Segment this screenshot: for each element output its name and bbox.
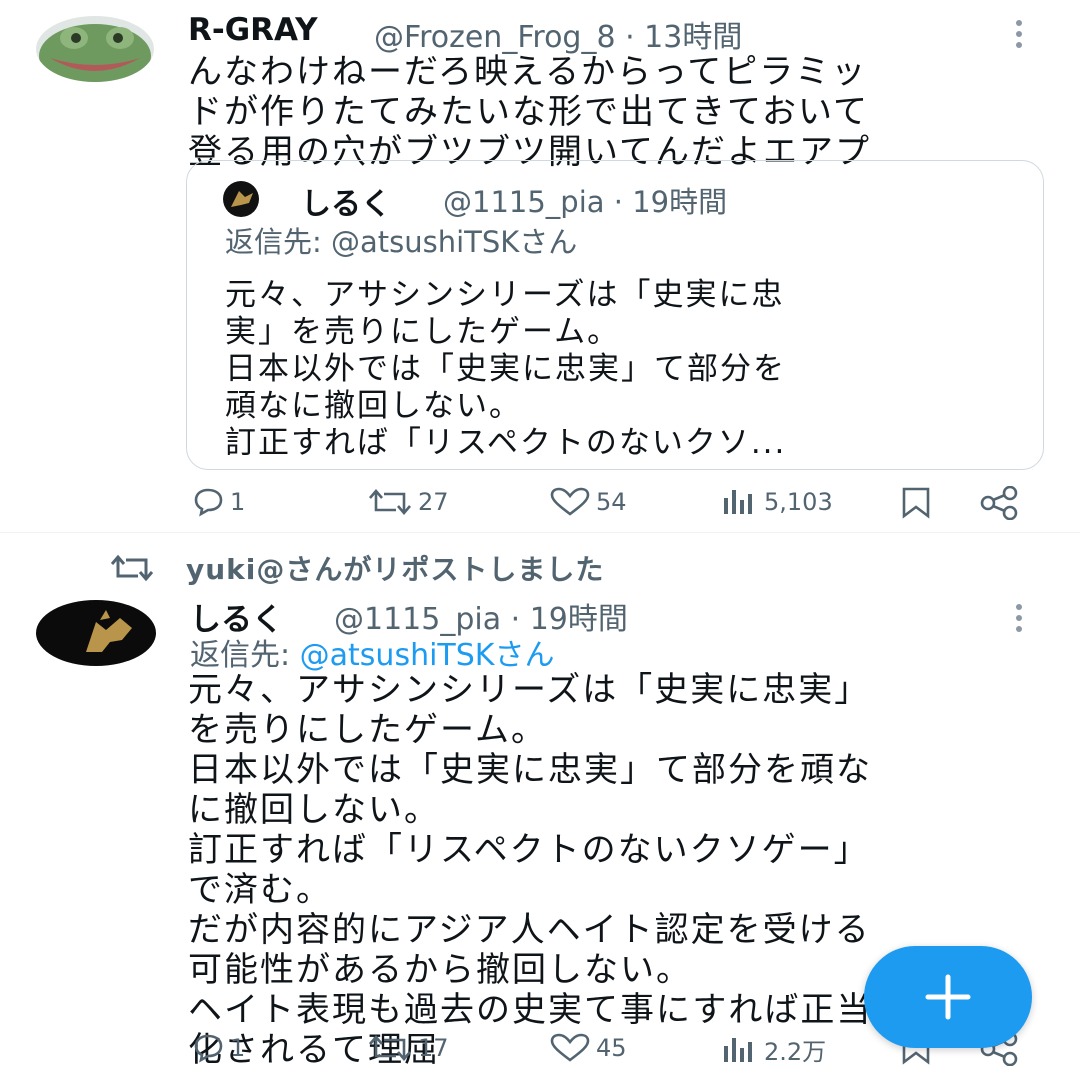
views-icon — [724, 490, 752, 514]
tweet2-text-line: 元々、アサシンシリーズは「史実に忠実」 — [188, 670, 871, 710]
repost-icon — [110, 554, 154, 582]
compose-plus-icon — [925, 974, 971, 1020]
like-icon — [550, 1033, 590, 1062]
tweet2-repost-count: 17 — [418, 1034, 449, 1062]
tweet1-views-count: 5,103 — [764, 488, 833, 516]
dragon-avatar-image — [231, 191, 253, 207]
tweet1-like-button[interactable]: 54 — [548, 486, 627, 518]
tweet2-text-line: で済む。 — [188, 870, 332, 910]
quoted-tweet-card[interactable]: しるく @1115_pia · 19時間 返信先: @atsushiTSKさん … — [186, 160, 1044, 470]
tweet2-reply-to: 返信先: @atsushiTSKさん — [190, 630, 554, 674]
tweet1-views-button[interactable]: 5,103 — [720, 486, 833, 518]
tweet2-reply-prefix: 返信先: — [190, 638, 300, 673]
avatar-frog[interactable] — [36, 16, 154, 82]
quote-avatar — [223, 181, 259, 217]
quote-text-line: 日本以外では「史実に忠実」て部分を — [225, 351, 786, 387]
bookmark-icon — [902, 487, 930, 519]
tweet2-views-count: 2.2万 — [764, 1038, 827, 1066]
tweet1-reply-button[interactable]: 1 — [190, 486, 245, 518]
tweet1-display-name[interactable]: R-GRAY — [188, 12, 318, 48]
tweet2-text: 元々、アサシンシリーズは「史実に忠実」 を売りにしたゲーム。 日本以外では「史実… — [188, 670, 872, 1070]
tweet1-text: んなわけねーだろ映えるからってピラミッ ドが作りたてみたいな形で出てきておいて … — [188, 52, 871, 172]
tweet2-text-line: を売りにしたゲーム。 — [188, 710, 547, 750]
like-icon — [550, 487, 590, 516]
views-icon — [724, 1037, 752, 1062]
quote-text-line: 元々、アサシンシリーズは「史実に忠 — [225, 277, 785, 313]
repost-banner[interactable]: yuki@さんがリポストしました — [108, 548, 604, 588]
quote-handle-time: @1115_pia · 19時間 — [443, 185, 728, 219]
repost-banner-text: yuki@さんがリポストしました — [186, 553, 605, 586]
tweet1-text-line: んなわけねーだろ映えるからってピラミッ — [188, 52, 868, 92]
tweet2-reply-count: 1 — [230, 1034, 246, 1062]
tweet2-text-line: だが内容的にアジア人ヘイト認定を受ける — [188, 910, 871, 950]
tweet2-like-button[interactable]: 45 — [548, 1032, 627, 1064]
tweet2-more-icon[interactable] — [1016, 604, 1024, 637]
tweet1-repost-button[interactable]: 27 — [366, 486, 449, 518]
tweet2-text-line: ヘイト表現も過去の史実て事にすれば正当 — [188, 990, 873, 1030]
tweet2-text-line: に撤回しない。 — [188, 790, 440, 830]
quote-text-line: 頑なに撤回しない。 — [225, 388, 522, 424]
share-icon — [980, 486, 1018, 520]
compose-button[interactable] — [864, 946, 1032, 1048]
tweet1-like-count: 54 — [596, 488, 627, 516]
quote-reply-to: 返信先: @atsushiTSKさん — [225, 225, 578, 259]
tweet1-handle-time[interactable]: @Frozen_Frog_8 · 13時間 — [374, 12, 742, 56]
tweet1-share-button[interactable] — [976, 486, 1026, 520]
quote-display-name: しるく — [301, 187, 391, 222]
repost-icon — [369, 1035, 411, 1061]
avatar-dragon[interactable] — [36, 600, 156, 666]
tweet-divider — [0, 532, 1080, 533]
quote-text-line: 訂正すれば「リスペクトのないクソ... — [225, 425, 787, 461]
tweet2-views-button[interactable]: 2.2万 — [720, 1032, 826, 1067]
tweet2-reply-handle-link[interactable]: @atsushiTSKさん — [300, 638, 555, 673]
tweet2-reply-button[interactable]: 1 — [190, 1032, 245, 1064]
tweet1-more-icon[interactable] — [1016, 20, 1024, 53]
dragon-avatar-image — [86, 610, 132, 652]
tweet1-bookmark-button[interactable] — [896, 486, 940, 520]
quote-text: 元々、アサシンシリーズは「史実に忠 実」を売りにしたゲーム。 日本以外では「史実… — [225, 277, 786, 462]
frog-avatar-image — [39, 24, 151, 82]
tweet1-reply-count: 1 — [230, 488, 246, 516]
tweet2-text-line: 訂正すれば「リスペクトのないクソゲー」 — [188, 830, 870, 870]
tweet1-repost-count: 27 — [418, 488, 449, 516]
reply-icon — [194, 1034, 223, 1063]
reply-icon — [194, 488, 223, 517]
quote-text-line: 実」を売りにしたゲーム。 — [225, 314, 621, 350]
repost-icon — [369, 489, 411, 515]
tweet1-text-line: ドが作りたてみたいな形で出てきておいて — [188, 92, 869, 132]
tweet2-like-count: 45 — [596, 1034, 627, 1062]
tweet2-text-line: 可能性があるから撤回しない。 — [188, 950, 692, 990]
tweet2-repost-button[interactable]: 17 — [366, 1032, 449, 1064]
tweet2-text-line: 日本以外では「史実に忠実」て部分を頑な — [188, 750, 872, 790]
